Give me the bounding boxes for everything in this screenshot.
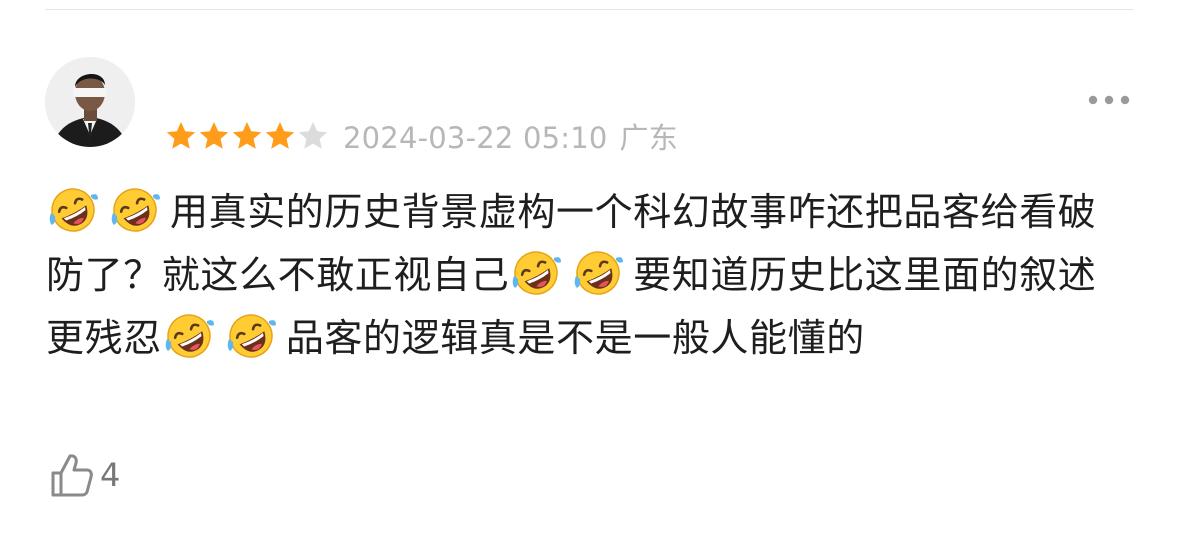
star-filled-icon [265, 122, 295, 149]
star-filled-icon [199, 122, 229, 149]
rofl-emoji [512, 251, 562, 295]
review-meta: 2024-03-22 05:10 广东 [165, 116, 678, 156]
review-location: 广东 [619, 121, 678, 155]
star-filled-icon [232, 122, 262, 149]
avatar[interactable] [45, 57, 135, 147]
rofl-emoji [111, 188, 160, 232]
rofl-emoji [227, 314, 276, 358]
thumbs-up-icon [51, 454, 93, 497]
like-count: 4 [100, 456, 121, 494]
rofl-emoji [165, 314, 214, 358]
like-button[interactable]: 4 [50, 452, 120, 498]
rofl-emoji [49, 188, 98, 232]
review-meta-text: 2024-03-22 05:10 广东 [343, 115, 678, 157]
avatar-image [45, 57, 135, 147]
review-text: 用真实的历史背景虚构一个科幻故事咋还把品客给看破防了？就这么不敢正视自己 要知道历… [46, 181, 1134, 370]
star-empty-icon [298, 122, 328, 149]
top-divider [45, 9, 1134, 10]
more-options-button[interactable] [1084, 86, 1134, 114]
rofl-emoji [574, 251, 624, 295]
star-filled-icon [166, 122, 196, 149]
review-text-segment: 品客的逻辑真是不是一般人能懂的 [285, 316, 865, 360]
more-dots-icon [1088, 95, 1130, 105]
star-rating [165, 120, 329, 152]
review-timestamp: 2024-03-22 05:10 [343, 121, 608, 155]
